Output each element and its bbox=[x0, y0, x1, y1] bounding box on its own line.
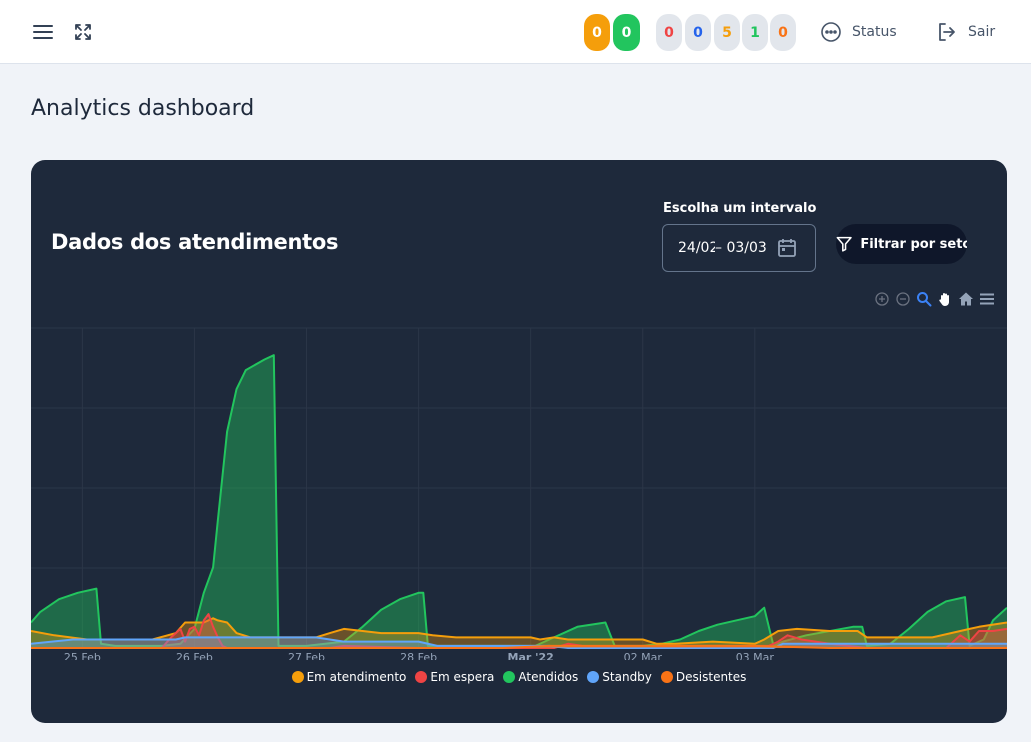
area-chart[interactable]: 25 Feb 26 Feb 27 Feb 28 Feb Mar '22 02 Mar 03 … bbox=[31, 320, 1007, 660]
top-bar: 0 0 0 0 5 1 0 Status Sair bbox=[0, 0, 1031, 64]
line-atendidos bbox=[31, 354, 1007, 647]
attendance-card: Dados dos atendimentos Escolha um interv… bbox=[31, 160, 1007, 723]
solid-badge: 0 bbox=[613, 14, 640, 51]
x-tick-label: 02 Mar bbox=[624, 651, 663, 660]
status-dots-icon bbox=[821, 22, 841, 42]
legend-item[interactable]: Desistentes bbox=[660, 670, 747, 684]
legend-label: Em espera bbox=[430, 670, 495, 684]
area-atendidos bbox=[31, 355, 1007, 648]
counter-badge: 0 bbox=[656, 14, 682, 51]
date-range-picker[interactable]: 24/02 – 03/03 bbox=[662, 224, 816, 272]
calendar-icon[interactable] bbox=[777, 237, 797, 259]
legend-item[interactable]: Em espera bbox=[415, 670, 494, 684]
x-tick-label: 26 Feb bbox=[176, 651, 213, 660]
filter-icon bbox=[836, 236, 852, 252]
zoom-in-icon[interactable] bbox=[874, 291, 890, 307]
counter-badge: 0 bbox=[685, 14, 711, 51]
filter-label: Filtrar por setor bbox=[860, 236, 967, 252]
status-label: Status bbox=[852, 24, 897, 40]
range-label: Escolha um intervalo bbox=[663, 201, 817, 216]
legend-marker bbox=[415, 671, 428, 683]
x-tick-label: Mar '22 bbox=[508, 651, 554, 660]
card-title: Dados dos atendimentos bbox=[51, 230, 339, 254]
legend-label: Desistentes bbox=[675, 670, 747, 684]
zoom-out-icon[interactable] bbox=[895, 291, 911, 307]
legend-label: Standby bbox=[602, 670, 652, 684]
legend-marker bbox=[660, 671, 673, 683]
x-tick-label: 28 Feb bbox=[400, 651, 437, 660]
menu-icon[interactable] bbox=[979, 291, 995, 307]
counter-badge: 0 bbox=[770, 14, 796, 51]
expand-icon[interactable] bbox=[71, 20, 95, 44]
solid-badge: 0 bbox=[584, 14, 610, 51]
logout-icon bbox=[939, 23, 955, 41]
pan-hand-icon[interactable] bbox=[937, 291, 953, 307]
legend-label: Em atendimento bbox=[306, 670, 407, 684]
hamburger-menu-icon[interactable] bbox=[31, 20, 55, 44]
legend-marker bbox=[291, 671, 304, 683]
x-tick-label: 03 Mar bbox=[736, 651, 775, 660]
legend-item[interactable]: Atendidos bbox=[503, 670, 578, 684]
filter-by-sector-button[interactable]: Filtrar por setor bbox=[836, 224, 967, 264]
counter-badge: 5 bbox=[714, 14, 740, 51]
range-end-input[interactable]: – 03/03 bbox=[715, 240, 767, 256]
reset-home-icon[interactable] bbox=[958, 291, 974, 307]
legend-label: Atendidos bbox=[518, 670, 579, 684]
legend-marker bbox=[587, 671, 600, 683]
range-start-input[interactable]: 24/02 bbox=[678, 240, 715, 256]
x-tick-label: 25 Feb bbox=[64, 651, 101, 660]
legend-item[interactable]: Standby bbox=[587, 670, 652, 684]
legend-item[interactable]: Em atendimento bbox=[291, 670, 407, 684]
status-button[interactable]: Status bbox=[820, 20, 897, 44]
chart-toolbar bbox=[874, 290, 995, 308]
logout-button[interactable]: Sair bbox=[936, 20, 995, 44]
selection-zoom-icon[interactable] bbox=[916, 291, 932, 307]
logout-label: Sair bbox=[968, 24, 996, 40]
x-tick-label: 27 Feb bbox=[288, 651, 325, 660]
counter-badge: 1 bbox=[742, 14, 768, 51]
page-title: Analytics dashboard bbox=[31, 96, 255, 121]
chart-legend: Em atendimento Em espera Atendidos Standby D… bbox=[31, 670, 1007, 684]
legend-marker bbox=[503, 671, 516, 683]
